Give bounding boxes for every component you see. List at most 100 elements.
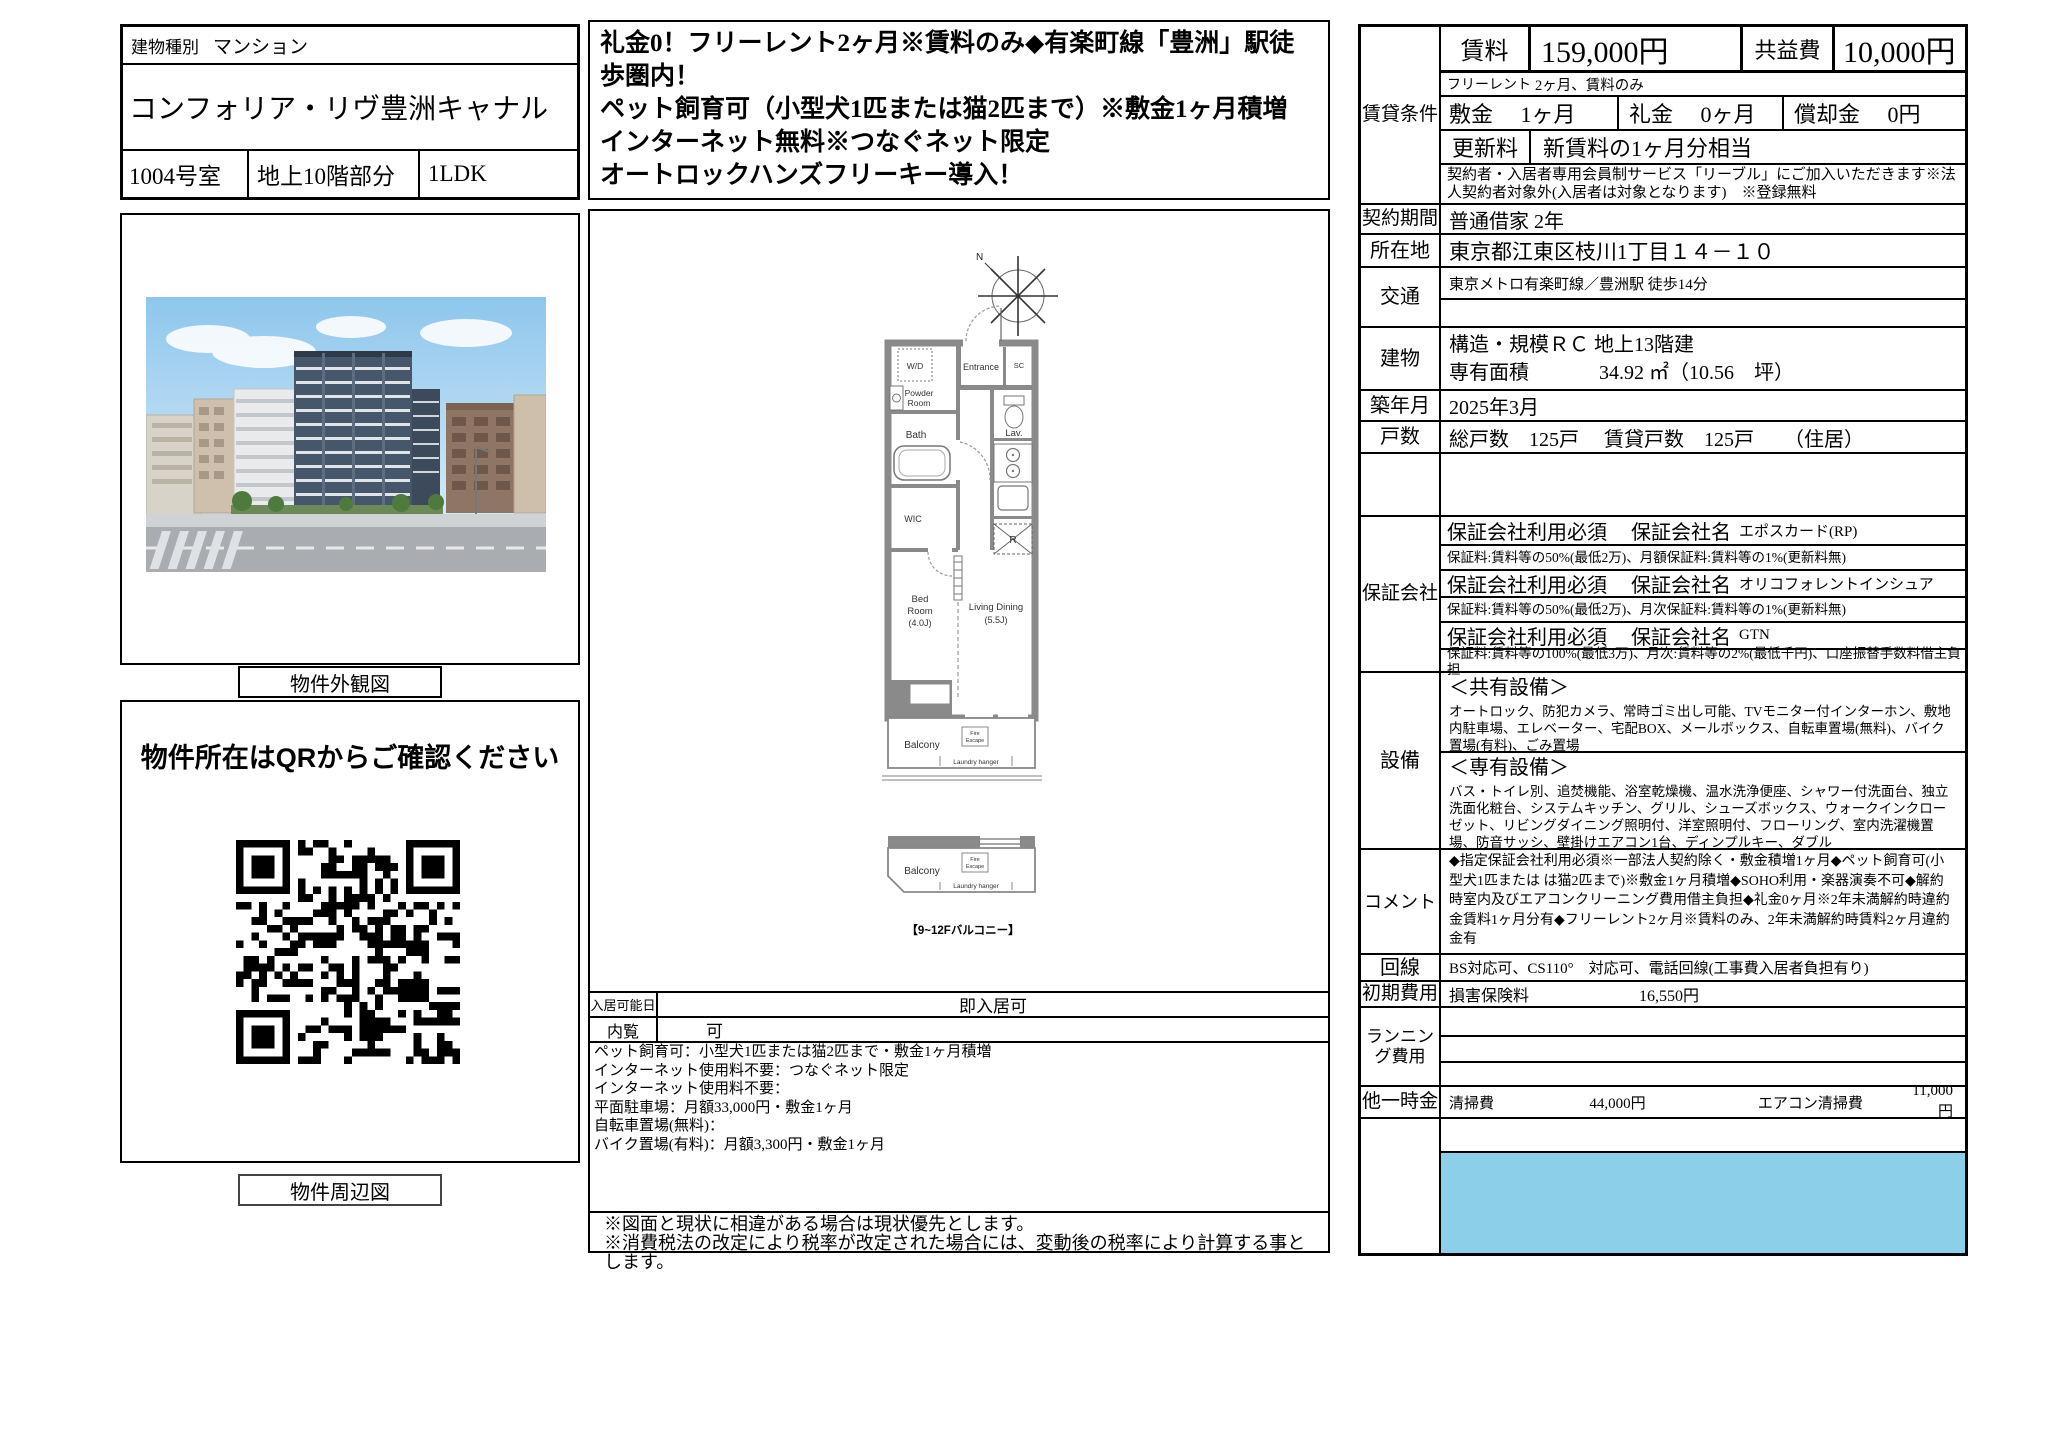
other-fees-label: 他一時金 bbox=[1361, 1087, 1441, 1117]
room-label-bed: Room bbox=[907, 606, 932, 617]
row-equipment: 設備 ＜共有設備＞ オートロック、防犯カメラ、常時ゴミ出し可能、TVモニター付イ… bbox=[1361, 671, 1965, 848]
catchphrase-box: 礼金0！フリーレント2ヶ月※賃料のみ◆有楽町線「豊洲」駅徒歩圏内！ ペット飼育可… bbox=[588, 20, 1330, 200]
disclaimer-line: ※消費税法の改定により税率が改定された場合には、変動後の税率により計算する事とし… bbox=[604, 1234, 1314, 1272]
row-empty bbox=[1361, 452, 1965, 515]
contract-period-label: 契約期間 bbox=[1361, 205, 1441, 233]
label-fire-escape: Escape bbox=[966, 738, 984, 744]
highlight-box bbox=[1441, 1153, 1965, 1253]
label-laundry-2: Laundry hanger bbox=[953, 883, 999, 890]
row-building: 建物 構造・規模ＲＣ 地上13階建 専有面積 34.92 ㎡（10.56 坪） bbox=[1361, 326, 1965, 389]
qr-frame: 物件所在はQRからご確認ください bbox=[120, 700, 580, 1163]
deposit: 敷金 1ヶ月 bbox=[1441, 97, 1619, 129]
row-line: 回線 BS対応可、CS110° 対応可、電話回線(工事費入居者負担有り) bbox=[1361, 953, 1965, 980]
compass-icon bbox=[978, 256, 1058, 336]
label-fire-escape: Fire bbox=[970, 731, 979, 737]
label-balcony-2: Balcony bbox=[904, 866, 940, 877]
contract-period-value: 普通借家 2年 bbox=[1441, 205, 1965, 233]
note-item: バイク置場(有料)：月額3,300円・敷金1ヶ月 bbox=[594, 1136, 1324, 1155]
built-label: 築年月 bbox=[1361, 391, 1441, 420]
location-label: 所在地 bbox=[1361, 235, 1441, 266]
row-contract-period: 契約期間 普通借家 2年 bbox=[1361, 203, 1965, 233]
room-label-bath: Bath bbox=[906, 430, 927, 441]
membership-note: 契約者・入居者専用会員制サービス「リーブル」にご加入いただきます※法人契約者対象… bbox=[1441, 165, 1965, 203]
row-built: 築年月 2025年3月 bbox=[1361, 389, 1965, 420]
access-empty bbox=[1441, 300, 1965, 326]
access-value: 東京メトロ有楽町線／豊洲駅 徒歩14分 bbox=[1441, 268, 1965, 300]
row-units: 戸数 総戸数 125戸 賃貸戸数 125戸 （住居） bbox=[1361, 420, 1965, 452]
location-value: 東京都江東区枝川1丁目１４－１０ bbox=[1441, 235, 1965, 266]
guarantee-note: 保証料:賃料等の100%(最低3万)、月次:賃料等の2%(最低千円)、口座振替手… bbox=[1441, 648, 1965, 673]
comment-body: ◆指定保証会社利用必須※一部法人契約除く・敷金積増1ヶ月◆ペット飼育可(小型犬1… bbox=[1441, 850, 1965, 953]
area-value: 34.92 ㎡（10.56 坪） bbox=[1599, 359, 1794, 387]
room-label-wd: W/D bbox=[907, 361, 924, 371]
guarantee-company: エポスカード(RP) bbox=[1739, 520, 1857, 541]
catchphrase-line: ペット飼育可（小型犬1匹または猫2匹まで）※敷金1ヶ月積増 bbox=[600, 93, 1318, 126]
ac-cleaning-label: エアコン清掃費 bbox=[1758, 1092, 1912, 1113]
header-table: 建物種別 マンション コンフォリア・リヴ豊洲キャナル 1004号室 地上10階部… bbox=[120, 24, 580, 200]
guarantee-company: GTN bbox=[1739, 627, 1770, 644]
layout-type: 1LDK bbox=[420, 151, 577, 197]
shared-equipment-heading: ＜共有設備＞ bbox=[1449, 675, 1957, 701]
building-type-label: 建物種別 bbox=[131, 33, 199, 58]
room-label-lav: Lav. bbox=[1005, 428, 1022, 439]
notes-list: ペット飼育可：小型犬1匹または猫2匹まで・敷金1ヶ月積増 インターネット使用料不… bbox=[594, 1043, 1324, 1154]
guarantee-note: 保証料:賃料等の50%(最低2万)、月次保証料:賃料等の1%(更新料無) bbox=[1441, 596, 1965, 621]
units-label: 戸数 bbox=[1361, 422, 1441, 452]
balcony-floor-caption: 【9~12Fバルコニー】 bbox=[906, 924, 1019, 937]
map-caption: 物件周辺図 bbox=[238, 1174, 442, 1206]
insurance-label: 損害保険料 bbox=[1441, 982, 1639, 1006]
viewing-value: 可 bbox=[658, 1018, 1328, 1041]
row-location: 所在地 東京都江東区枝川1丁目１４－１０ bbox=[1361, 233, 1965, 266]
room-label-powder: Room bbox=[908, 398, 931, 408]
common-fee-value: 10,000円 bbox=[1835, 27, 1965, 70]
initial-cost-label: 初期費用 bbox=[1361, 982, 1441, 1006]
qr-code bbox=[236, 840, 460, 1064]
building-type-value: マンション bbox=[213, 32, 308, 59]
disclaimer-line: ※図面と現状に相違がある場合は現状優先とします。 bbox=[604, 1215, 1314, 1234]
availability-table: 入居可能日 即入居可 内覧 可 bbox=[588, 991, 1330, 1043]
line-label: 回線 bbox=[1361, 955, 1441, 980]
guarantee-label: 保証会社 bbox=[1361, 517, 1441, 671]
private-equipment-heading: ＜専有設備＞ bbox=[1449, 755, 1957, 781]
exterior-photo-frame bbox=[120, 213, 580, 665]
property-flyer: 建物種別 マンション コンフォリア・リヴ豊洲キャナル 1004号室 地上10階部… bbox=[0, 0, 2056, 1454]
area-label: 専有面積 bbox=[1449, 359, 1599, 387]
note-item: 自転車置場(無料)： bbox=[594, 1117, 1324, 1136]
rental-terms-section: 賃貸条件 賃料 159,000円 共益費 10,000円 フリーレント 2ヶ月、… bbox=[1361, 27, 1965, 203]
common-fee-label: 共益費 bbox=[1743, 27, 1835, 70]
move-in-label: 入居可能日 bbox=[590, 993, 658, 1016]
label-laundry: Laundry hanger bbox=[953, 759, 999, 766]
exterior-caption: 物件外観図 bbox=[238, 666, 442, 698]
row-guarantee: 保証会社 保証会社利用必須 保証会社名 エポスカード(RP) 保証料:賃料等の5… bbox=[1361, 515, 1965, 671]
ac-cleaning-value: 11,000円 bbox=[1912, 1083, 1965, 1121]
cleaning-fee-label: 清掃費 bbox=[1441, 1092, 1589, 1113]
room-label-living: Living Dining bbox=[969, 602, 1023, 613]
rent-label: 賃料 bbox=[1441, 27, 1531, 70]
compass-north-label: N bbox=[976, 252, 983, 263]
built-value: 2025年3月 bbox=[1441, 391, 1965, 420]
room-number: 1004号室 bbox=[123, 151, 249, 197]
catchphrase-line: 礼金0！フリーレント2ヶ月※賃料のみ◆有楽町線「豊洲」駅徒歩圏内！ bbox=[600, 27, 1318, 93]
key-money: 礼金 0ヶ月 bbox=[1619, 97, 1784, 129]
building-structure: 構造・規模ＲＣ 地上13階建 bbox=[1449, 331, 1965, 359]
free-rent-value: 2ヶ月、賃料のみ bbox=[1535, 74, 1644, 95]
qr-notice: 物件所在はQRからご確認ください bbox=[122, 736, 578, 775]
label-balcony: Balcony bbox=[904, 740, 940, 751]
label-fire-escape-2: Fire bbox=[970, 857, 979, 863]
running-cost-label: ランニング費用 bbox=[1361, 1008, 1441, 1085]
floor-info: 地上10階部分 bbox=[249, 151, 420, 197]
free-rent-label: フリーレント bbox=[1447, 74, 1531, 94]
room-label-bed: Bed bbox=[912, 594, 929, 605]
note-item: インターネット使用料不要： bbox=[594, 1080, 1324, 1099]
floorplan: N bbox=[870, 240, 1100, 960]
room-label-sc: SC bbox=[1014, 361, 1025, 370]
note-item: ペット飼育可：小型犬1匹または猫2匹まで・敷金1ヶ月積増 bbox=[594, 1043, 1324, 1062]
room-label-living-size: (5.5J) bbox=[984, 615, 1007, 625]
catchphrase-line: インターネット無料※つなぐネット限定 bbox=[600, 126, 1318, 159]
row-access: 交通 東京メトロ有楽町線／豊洲駅 徒歩14分 bbox=[1361, 266, 1965, 326]
guarantee-note: 保証料:賃料等の50%(最低2万)、月額保証料:賃料等の1%(更新料無) bbox=[1441, 544, 1965, 569]
conditions-table: 賃貸条件 賃料 159,000円 共益費 10,000円 フリーレント 2ヶ月、… bbox=[1358, 24, 1968, 1256]
room-label-powder: Powder bbox=[905, 388, 934, 398]
insurance-value: 16,550円 bbox=[1639, 982, 1699, 1006]
label-fire-escape-2: Escape bbox=[966, 864, 984, 870]
